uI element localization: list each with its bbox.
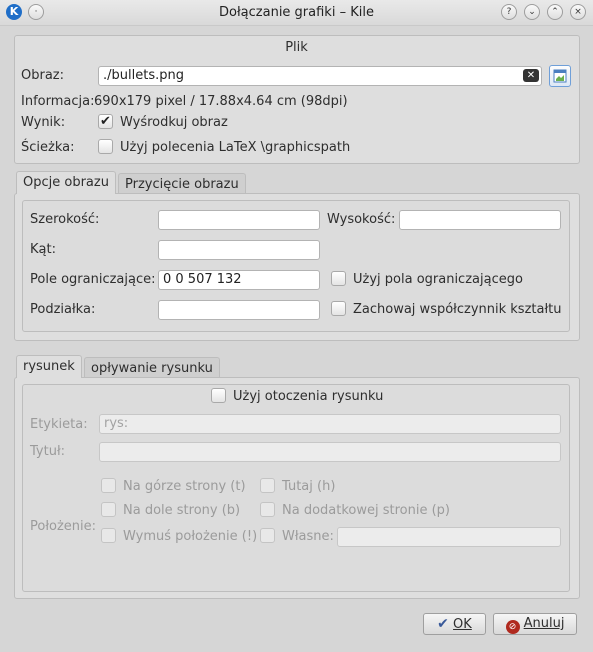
placement-custom-input[interactable] <box>337 527 561 547</box>
tab-figure[interactable]: rysunek <box>16 355 82 378</box>
ok-button[interactable]: ✔ OK <box>423 613 486 635</box>
placement-label: Położenie: <box>30 519 97 534</box>
scale-input[interactable] <box>158 300 320 320</box>
ok-label: OK <box>453 617 472 632</box>
graphicspath-label: Użyj polecenia LaTeX \graphicspath <box>120 140 351 155</box>
keep-aspect-checkbox[interactable] <box>331 301 346 316</box>
placement-force-checkbox[interactable] <box>101 528 116 543</box>
center-image-label: Wyśrodkuj obraz <box>120 115 228 130</box>
angle-label: Kąt: <box>30 242 56 257</box>
center-image-checkbox[interactable]: ✔ <box>98 114 113 129</box>
tab-wrapfigure[interactable]: opływanie rysunku <box>84 357 220 379</box>
keep-aspect-label: Zachowaj współczynnik kształtu <box>353 302 562 317</box>
cancel-button[interactable]: ⊘ Anuluj <box>493 613 577 635</box>
placement-bottom-label: Na dole strony (b) <box>123 503 241 518</box>
minimize-button[interactable]: ⌄ <box>524 4 540 20</box>
use-bbox-checkbox[interactable] <box>331 271 346 286</box>
image-label: Obraz: <box>21 68 64 83</box>
open-file-icon[interactable] <box>549 65 571 87</box>
clear-field-icon[interactable]: ✕ <box>523 69 539 82</box>
placement-here-label: Tutaj (h) <box>282 479 336 494</box>
placement-top-checkbox[interactable] <box>101 478 116 493</box>
image-path-input[interactable]: ./bullets.png <box>98 66 542 86</box>
figure-caption-input[interactable] <box>99 442 561 462</box>
result-label: Wynik: <box>21 115 66 130</box>
placement-bottom-checkbox[interactable] <box>101 502 116 517</box>
maximize-button[interactable]: ⌃ <box>547 4 563 20</box>
use-figure-env-label: Użyj otoczenia rysunku <box>233 389 384 404</box>
placement-page-checkbox[interactable] <box>260 502 275 517</box>
width-input[interactable] <box>158 210 320 230</box>
placement-top-label: Na górze strony (t) <box>123 479 246 494</box>
figure-caption-label: Tytuł: <box>30 444 66 459</box>
tab-image-crop[interactable]: Przycięcie obrazu <box>118 173 246 195</box>
width-label: Szerokość: <box>30 212 100 227</box>
graphicspath-checkbox[interactable] <box>98 139 113 154</box>
help-button[interactable]: ? <box>501 4 517 20</box>
bbox-label: Pole ograniczające: <box>30 272 156 287</box>
info-label: Informacja: <box>21 94 95 109</box>
path-label: Ścieżka: <box>21 140 75 155</box>
height-label: Wysokość: <box>327 212 396 227</box>
placement-custom-label: Własne: <box>282 529 334 544</box>
ok-check-icon: ✔ <box>437 616 449 632</box>
window-titlebar: K · Dołączanie grafiki – Kile ? ⌄ ⌃ × <box>0 0 593 26</box>
file-group-title: Plik <box>285 40 308 55</box>
info-value: 690x179 pixel / 17.88x4.64 cm (98dpi) <box>94 94 348 109</box>
placement-page-label: Na dodatkowej stronie (p) <box>282 503 450 518</box>
cancel-label: Anuluj <box>523 616 565 631</box>
angle-input[interactable] <box>158 240 320 260</box>
placement-here-checkbox[interactable] <box>260 478 275 493</box>
tab-image-options[interactable]: Opcje obrazu <box>16 171 116 194</box>
use-bbox-label: Użyj pola ograniczającego <box>353 272 523 287</box>
bbox-input[interactable]: 0 0 507 132 <box>158 270 320 290</box>
close-button[interactable]: × <box>570 4 586 20</box>
figure-label-input[interactable]: rys: <box>99 414 561 434</box>
scale-label: Podziałka: <box>30 302 96 317</box>
cancel-icon: ⊘ <box>505 620 520 634</box>
figure-label-label: Etykieta: <box>30 417 88 432</box>
placement-force-label: Wymuś położenie (!) <box>123 529 258 544</box>
placement-custom-checkbox[interactable] <box>260 528 275 543</box>
height-input[interactable] <box>399 210 561 230</box>
use-figure-env-checkbox[interactable] <box>211 388 226 403</box>
